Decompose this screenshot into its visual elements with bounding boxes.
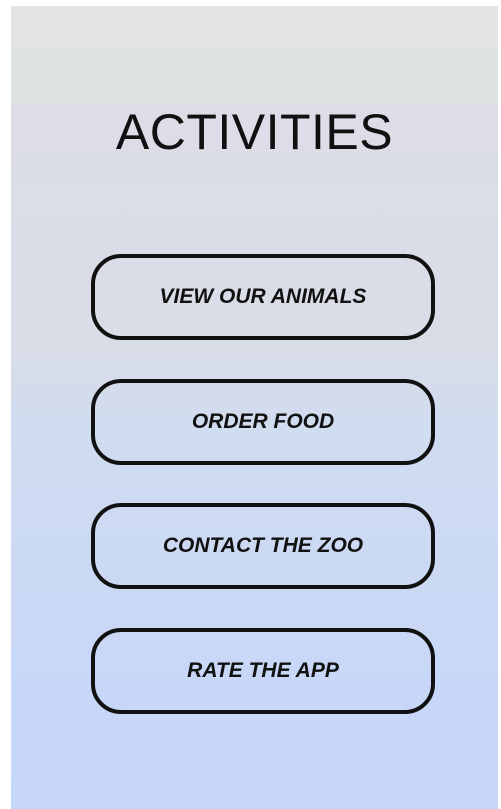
contact-zoo-button[interactable]: CONTACT THE ZOO [91, 503, 435, 589]
page-title: ACTIVITIES [115, 104, 394, 160]
order-food-button[interactable]: ORDER FOOD [91, 379, 435, 465]
view-animals-button[interactable]: VIEW OUR ANIMALS [91, 254, 435, 340]
rate-app-button[interactable]: RATE THE APP [91, 628, 435, 714]
app-screen: ACTIVITIES VIEW OUR ANIMALS ORDER FOOD C… [11, 6, 498, 809]
